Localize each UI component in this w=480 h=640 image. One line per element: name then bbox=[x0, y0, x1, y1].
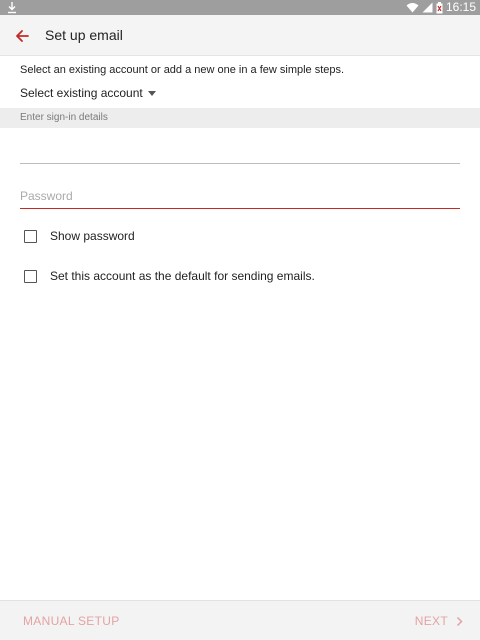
download-icon bbox=[8, 2, 16, 14]
battery-icon bbox=[436, 1, 443, 13]
status-time: 16:15 bbox=[445, 0, 476, 14]
signal-icon bbox=[422, 2, 433, 13]
show-password-checkbox[interactable] bbox=[24, 229, 37, 243]
sign-in-section-header: Enter sign-in details bbox=[0, 108, 480, 128]
select-existing-account-label: Select existing account bbox=[20, 86, 143, 100]
status-icons: 16:15 bbox=[406, 0, 476, 15]
chevron-right-icon bbox=[456, 616, 463, 626]
show-password-option[interactable]: Show password bbox=[24, 229, 135, 243]
wifi-icon bbox=[406, 3, 419, 13]
back-arrow-icon[interactable] bbox=[12, 26, 32, 46]
page-title: Set up email bbox=[45, 27, 123, 43]
next-label: NEXT bbox=[414, 614, 448, 628]
default-account-label: Set this account as the default for send… bbox=[50, 269, 315, 283]
sign-in-header-label: Enter sign-in details bbox=[20, 112, 108, 123]
next-button[interactable]: NEXT bbox=[415, 614, 463, 628]
status-bar: 16:15 bbox=[0, 0, 480, 15]
manual-setup-button[interactable]: MANUAL SETUP bbox=[23, 614, 120, 628]
default-account-option[interactable]: Set this account as the default for send… bbox=[24, 269, 315, 283]
bottom-bar: MANUAL SETUP NEXT bbox=[0, 600, 480, 640]
show-password-label: Show password bbox=[50, 229, 135, 243]
default-account-checkbox[interactable] bbox=[24, 269, 37, 283]
dropdown-caret-icon bbox=[147, 90, 156, 96]
app-bar: Set up email bbox=[0, 15, 480, 56]
email-field[interactable] bbox=[20, 138, 460, 164]
intro-text: Select an existing account or add a new … bbox=[20, 64, 345, 76]
select-existing-account-dropdown[interactable]: Select existing account bbox=[20, 86, 156, 100]
password-field[interactable] bbox=[20, 183, 460, 209]
